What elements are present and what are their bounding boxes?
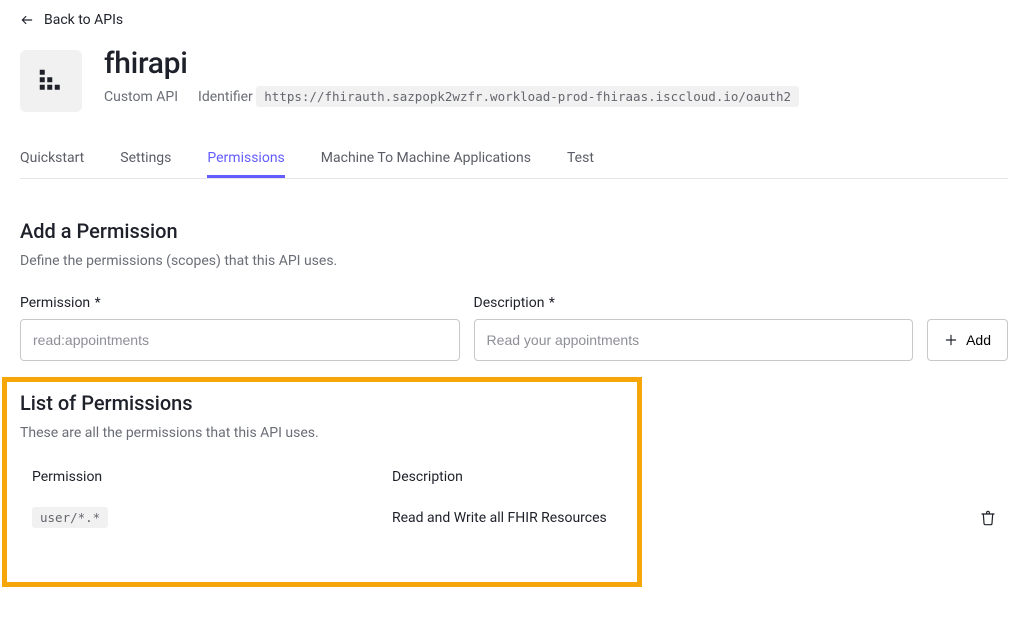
trash-icon <box>980 509 996 527</box>
tabs: Quickstart Settings Permissions Machine … <box>20 142 1008 179</box>
add-permission-subtitle: Define the permissions (scopes) that thi… <box>20 253 1008 269</box>
arrow-left-icon <box>20 13 34 27</box>
tab-m2m[interactable]: Machine To Machine Applications <box>321 142 531 178</box>
add-button-label: Add <box>966 332 991 348</box>
tab-test[interactable]: Test <box>567 142 594 178</box>
add-permission-title: Add a Permission <box>20 219 1008 243</box>
list-permissions-title: List of Permissions <box>20 391 1008 415</box>
api-type: Custom API <box>104 89 178 105</box>
description-input[interactable] <box>474 319 914 361</box>
table-row: user/*.* Read and Write all FHIR Resourc… <box>20 495 1008 541</box>
api-logo-icon <box>20 50 82 112</box>
delete-permission-button[interactable] <box>980 509 996 527</box>
tab-permissions[interactable]: Permissions <box>207 142 284 178</box>
permission-code: user/*.* <box>32 507 108 528</box>
back-label: Back to APIs <box>44 12 123 28</box>
col-permission: Permission <box>32 469 392 485</box>
permissions-table-header: Permission Description <box>20 459 1008 495</box>
add-button[interactable]: Add <box>927 319 1008 361</box>
col-description: Description <box>392 469 946 485</box>
api-identifier-label: Identifier <box>198 89 253 105</box>
description-field-label: Description * <box>474 295 914 311</box>
api-header: fhirapi Custom API Identifier https://fh… <box>20 46 1008 112</box>
permissions-table: Permission Description user/*.* Read and… <box>20 459 1008 541</box>
api-identifier-value: https://fhirauth.sazpopk2wzfr.workload-p… <box>256 86 799 107</box>
permission-field-label: Permission * <box>20 295 460 311</box>
plus-icon <box>944 333 958 347</box>
add-permission-form: Permission * Description * Add <box>20 295 1008 361</box>
permission-input[interactable] <box>20 319 460 361</box>
tab-settings[interactable]: Settings <box>120 142 171 178</box>
list-permissions-subtitle: These are all the permissions that this … <box>20 425 1008 441</box>
tab-quickstart[interactable]: Quickstart <box>20 142 84 178</box>
back-to-apis-link[interactable]: Back to APIs <box>20 12 123 28</box>
api-title: fhirapi <box>104 46 799 81</box>
permission-description: Read and Write all FHIR Resources <box>392 510 946 526</box>
